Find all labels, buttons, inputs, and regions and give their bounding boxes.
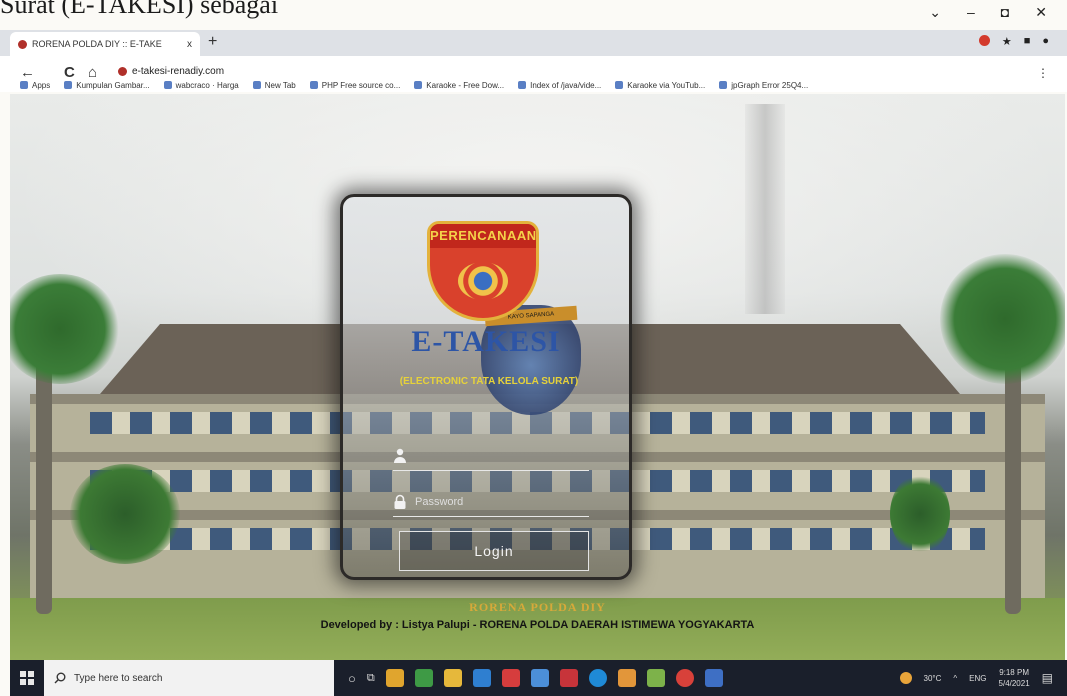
user-icon [394, 448, 406, 463]
login-button[interactable]: Login [399, 531, 589, 571]
clock-time: 9:18 PM [999, 668, 1029, 677]
notifications-icon[interactable]: ▤ [1042, 671, 1053, 685]
globe-icon [252, 81, 261, 89]
tab-strip: RORENA POLDA DIY :: E-TAKE x + ★ ■ ● [0, 30, 1067, 56]
bookmark-item[interactable]: PHP Free source co... [309, 78, 400, 92]
system-tray: 30°C ^ ENG 9:18 PM 5/4/2021 ▤ [899, 667, 1067, 689]
search-icon [54, 672, 66, 684]
app-icon[interactable] [646, 669, 665, 687]
windows-logo-icon [20, 671, 34, 685]
app-icon[interactable] [617, 669, 636, 687]
bookmark-item[interactable]: Karaoke via YouTub... [615, 78, 705, 92]
app-icon[interactable] [501, 669, 520, 687]
extensions-icon[interactable]: ■ [1024, 35, 1031, 48]
extension-icons: ★ ■ ● [978, 35, 1049, 48]
bookmarks-bar: Apps Kumpulan Gambar... wabcraco · Harga… [20, 78, 1047, 92]
taskbar-search[interactable]: Type here to search [44, 660, 334, 696]
browser-tab[interactable]: RORENA POLDA DIY :: E-TAKE x [10, 32, 200, 56]
palm-crown [940, 254, 1065, 384]
cortana-icon[interactable]: ○ [348, 671, 356, 686]
minimize-button[interactable]: – [967, 4, 975, 21]
app-icon[interactable] [472, 669, 491, 687]
music-icon [615, 81, 624, 89]
password-row [393, 487, 589, 517]
document-caption: Surat (E-TAKESI) sebagai [0, 0, 279, 19]
url-text: e-takesi-renadiy.com [132, 66, 225, 77]
chart-icon [719, 81, 728, 89]
lock-icon [394, 494, 406, 509]
bookmark-item[interactable]: jpGraph Error 25Q4... [719, 78, 808, 92]
new-tab-button[interactable]: + [208, 33, 217, 51]
temperature: 30°C [923, 673, 942, 683]
app-tagline: (ELECTRONIC TATA KELOLA SURAT) [399, 376, 579, 387]
tab-search-icon[interactable]: ⌄ [929, 4, 941, 21]
browser-toolbar: ← → C ⌂ e-takesi-renadiy.com ⋮ Apps Kump… [0, 56, 1067, 92]
globe-icon [518, 81, 527, 89]
radio-tower [745, 104, 785, 314]
extension-record-icon[interactable] [978, 35, 990, 46]
shield-banner: PERENCANAAN [430, 224, 536, 248]
login-page: KAYO SAPANGA PERENCANAAN E-TAKESI (ELECT… [10, 94, 1065, 660]
search-placeholder: Type here to search [74, 672, 163, 684]
edge-icon[interactable] [588, 669, 607, 687]
close-window-button[interactable]: ✕ [1035, 4, 1047, 21]
task-view-icon[interactable]: ⧉ [367, 672, 375, 685]
login-card: KAYO SAPANGA PERENCANAAN E-TAKESI (ELECT… [340, 194, 632, 580]
google-icon [64, 81, 73, 89]
bookmark-item[interactable]: New Tab [252, 78, 296, 92]
weather-icon[interactable] [899, 672, 912, 684]
bush-tree [890, 474, 950, 554]
language-indicator[interactable]: ENG [969, 674, 986, 683]
bookmark-item[interactable]: wabcraco · Harga [163, 78, 239, 92]
file-explorer-icon[interactable] [443, 669, 462, 687]
bush-tree [70, 464, 180, 564]
bookmark-star-icon[interactable]: ★ [1002, 35, 1012, 48]
chrome-icon[interactable] [675, 669, 694, 687]
profile-icon[interactable]: ● [1042, 35, 1049, 48]
shield-emblem-icon [458, 262, 508, 300]
username-input[interactable] [415, 449, 575, 462]
site-favicon-icon [118, 67, 127, 76]
bookmark-item[interactable]: Index of /java/vide... [518, 78, 601, 92]
windows-taskbar: Type here to search ○ ⧉ 30°C ^ ENG 9:18 … [10, 660, 1067, 696]
clock[interactable]: 9:18 PM 5/4/2021 [999, 667, 1030, 689]
app-icon[interactable] [385, 669, 404, 687]
organization-name: RORENA POLDA DIY [469, 600, 606, 614]
bookmark-icon [163, 81, 172, 89]
app-icon[interactable] [704, 669, 723, 687]
tray-chevron-icon[interactable]: ^ [953, 674, 957, 683]
bookmark-item[interactable]: Karaoke - Free Dow... [414, 78, 504, 92]
bookmark-item[interactable]: Kumpulan Gambar... [64, 78, 150, 92]
tab-close-icon[interactable]: x [187, 39, 192, 50]
developer-credit: Developed by : Listya Palupi - RORENA PO… [320, 619, 755, 631]
address-bar[interactable]: e-takesi-renadiy.com [118, 66, 224, 77]
password-input[interactable] [415, 495, 575, 508]
tab-title: RORENA POLDA DIY :: E-TAKE [32, 39, 162, 49]
app-icon[interactable] [414, 669, 433, 687]
username-row [393, 441, 589, 471]
app-title: E-TAKESI [411, 325, 561, 358]
apps-grid-icon [20, 81, 28, 89]
pinned-apps: ○ ⧉ [334, 669, 723, 687]
app-icon[interactable] [530, 669, 549, 687]
globe-icon [309, 81, 318, 89]
app-icon[interactable] [559, 669, 578, 687]
music-icon [414, 81, 423, 89]
window-controls: ⌄ – ◘ ✕ [929, 4, 1047, 21]
clock-date: 5/4/2021 [998, 679, 1030, 688]
start-button[interactable] [10, 660, 44, 696]
site-favicon-icon [18, 39, 27, 49]
maximize-button[interactable]: ◘ [1001, 4, 1009, 21]
bookmark-item[interactable]: Apps [20, 78, 50, 92]
